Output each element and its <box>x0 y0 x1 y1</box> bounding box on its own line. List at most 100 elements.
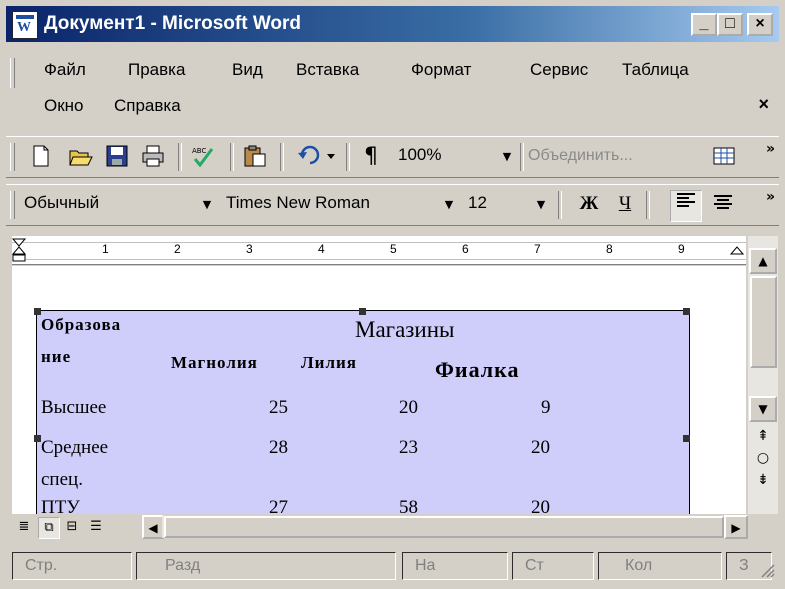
toolbar-grip[interactable] <box>10 143 15 171</box>
horizontal-scroll-thumb[interactable] <box>164 516 724 538</box>
title-bar[interactable]: Документ1 - Microsoft Word _ □ × <box>6 6 779 42</box>
align-center-icon[interactable] <box>710 193 736 217</box>
toolbar-separator <box>646 191 650 219</box>
scroll-thumb[interactable] <box>750 276 777 368</box>
table-header-stores[interactable]: Магазины <box>355 317 454 343</box>
table-row-label[interactable]: Среднее <box>41 437 108 459</box>
status-line: Ст <box>512 552 594 580</box>
table-row-label[interactable]: спец. <box>41 469 83 491</box>
merge-cells-button[interactable]: Объединить... <box>528 147 633 165</box>
toolbar-more-chevron[interactable]: » <box>766 190 775 204</box>
status-column: Кол <box>598 552 722 580</box>
table-header-education[interactable]: Образова <box>41 315 121 335</box>
previous-page-icon[interactable]: ⇞ <box>750 428 776 444</box>
table[interactable]: Образова ние Магазины Магнолия Лилия Фиа… <box>34 308 690 514</box>
table-cell[interactable]: 28 <box>269 437 288 459</box>
menu-view[interactable]: Вид <box>232 60 263 80</box>
document-page[interactable]: Образова ние Магазины Магнолия Лилия Фиа… <box>12 266 746 514</box>
table-handle[interactable] <box>683 308 690 315</box>
table-header-liliya[interactable]: Лилия <box>301 353 357 373</box>
scroll-right-button[interactable]: ▶ <box>724 515 748 539</box>
menu-format[interactable]: Формат <box>411 60 471 80</box>
font-size-dropdown-arrow[interactable]: ▼ <box>532 192 550 219</box>
table-cell[interactable]: 58 <box>399 497 418 514</box>
table-header-fialka[interactable]: Фиалка <box>435 357 519 383</box>
undo-icon[interactable] <box>298 145 338 169</box>
paragraph-marks-icon[interactable]: ¶ <box>358 145 384 169</box>
menu-grip[interactable] <box>10 58 15 88</box>
outline-view-icon[interactable]: ☰ <box>86 517 106 537</box>
svg-text:ABC: ABC <box>192 147 206 155</box>
table-header-magnolia[interactable]: Магнолия <box>171 353 258 373</box>
new-document-icon[interactable] <box>28 145 54 169</box>
align-left-icon[interactable] <box>670 190 702 222</box>
font-select[interactable]: Times New Roman <box>222 192 436 219</box>
print-icon[interactable] <box>140 145 166 169</box>
maximize-button[interactable]: □ <box>717 13 743 36</box>
menu-help[interactable]: Справка <box>114 96 181 116</box>
table-cell[interactable]: 9 <box>541 397 551 419</box>
word-app-icon[interactable] <box>12 11 38 39</box>
select-browse-object-icon[interactable]: ○ <box>750 450 776 466</box>
table-cell[interactable]: 23 <box>399 437 418 459</box>
table-handle[interactable] <box>34 308 41 315</box>
toolbar-more-chevron[interactable]: » <box>766 142 775 156</box>
next-page-icon[interactable]: ⇟ <box>750 472 776 488</box>
menu-file[interactable]: Файл <box>44 60 86 80</box>
table-handle[interactable] <box>34 435 41 442</box>
right-indent-marker-icon[interactable] <box>729 238 745 262</box>
menu-table[interactable]: Таблица <box>622 60 689 80</box>
paste-icon[interactable] <box>242 145 268 169</box>
save-icon[interactable] <box>104 145 130 169</box>
table-handle[interactable] <box>359 308 366 315</box>
tables-icon[interactable] <box>712 145 738 169</box>
zoom-dropdown-arrow[interactable]: ▼ <box>498 144 516 171</box>
close-document-button[interactable]: × <box>758 94 769 115</box>
menu-window[interactable]: Окно <box>44 96 84 116</box>
close-button[interactable]: × <box>747 13 773 36</box>
style-dropdown-arrow[interactable]: ▼ <box>198 192 216 219</box>
resize-grip-icon[interactable] <box>759 562 775 578</box>
menu-insert[interactable]: Вставка <box>296 60 359 80</box>
table-handle[interactable] <box>683 435 690 442</box>
ruler-number: 4 <box>318 242 325 256</box>
vertical-scrollbar[interactable]: ▲ ▼ ⇞ ○ ⇟ <box>748 236 778 514</box>
ruler-number: 8 <box>606 242 613 256</box>
indent-marker-icon[interactable] <box>12 238 27 262</box>
table-row-label[interactable]: Высшее <box>41 397 106 419</box>
print-layout-view-icon[interactable]: ⊟ <box>62 517 82 537</box>
normal-view-icon[interactable]: ≣ <box>14 517 34 537</box>
ruler-number: 3 <box>246 242 253 256</box>
horizontal-scrollbar-area: ≣ ⧉ ⊟ ☰ ◀ ▶ <box>12 514 748 540</box>
menu-edit[interactable]: Правка <box>128 60 185 80</box>
style-select[interactable]: Обычный <box>20 192 196 219</box>
toolbar-grip[interactable] <box>10 191 15 219</box>
scroll-left-button[interactable]: ◀ <box>142 515 164 539</box>
spelling-icon[interactable]: ABC <box>190 145 216 169</box>
open-folder-icon[interactable] <box>68 145 94 169</box>
menu-tools[interactable]: Сервис <box>530 60 588 80</box>
web-layout-view-icon[interactable]: ⧉ <box>38 517 60 539</box>
ruler-number: 6 <box>462 242 469 256</box>
font-size-select[interactable]: 12 <box>464 192 530 219</box>
scroll-down-button[interactable]: ▼ <box>749 396 777 422</box>
toolbar-separator <box>280 143 284 171</box>
minimize-button[interactable]: _ <box>691 13 717 36</box>
window-title: Документ1 - Microsoft Word <box>44 13 302 34</box>
bold-button[interactable]: Ж <box>576 193 602 217</box>
table-cell[interactable]: 20 <box>531 497 550 514</box>
underline-button[interactable]: Ч <box>612 193 638 217</box>
scroll-up-button[interactable]: ▲ <box>749 248 777 274</box>
font-dropdown-arrow[interactable]: ▼ <box>440 192 458 219</box>
horizontal-scroll-track[interactable] <box>162 516 738 538</box>
word-window: Документ1 - Microsoft Word _ □ × Файл Пр… <box>0 0 785 589</box>
horizontal-ruler[interactable]: 1 2 3 4 5 6 7 8 9 <box>12 236 746 265</box>
zoom-select[interactable]: 100% <box>394 144 498 171</box>
table-cell[interactable]: 25 <box>269 397 288 419</box>
table-row-label[interactable]: ПТУ <box>41 497 80 514</box>
table-cell[interactable]: 20 <box>531 437 550 459</box>
ruler-track <box>12 242 746 260</box>
table-header-education[interactable]: ние <box>41 347 71 367</box>
table-cell[interactable]: 20 <box>399 397 418 419</box>
table-cell[interactable]: 27 <box>269 497 288 514</box>
